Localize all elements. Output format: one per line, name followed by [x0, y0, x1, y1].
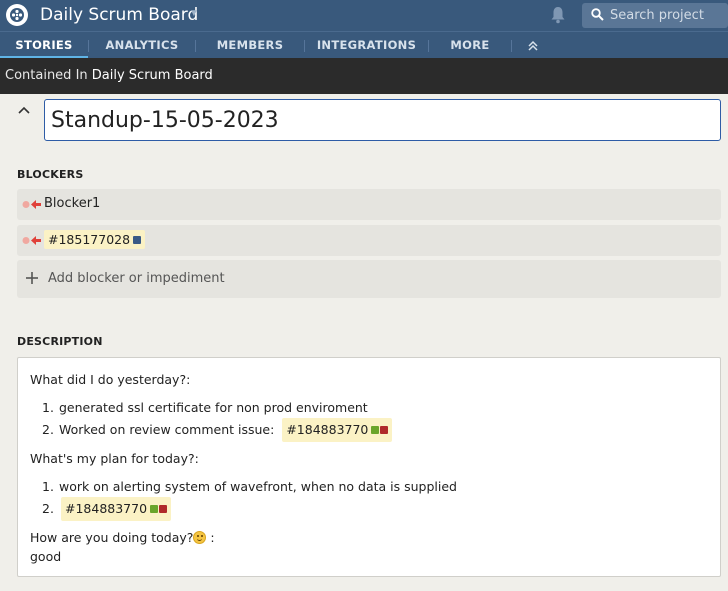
search-input[interactable] [610, 6, 725, 25]
blockers-heading: BLOCKERS [17, 168, 84, 181]
list-item: 1. generated ssl certificate for non pro… [42, 398, 392, 418]
status-square-icon [380, 426, 389, 434]
list-text: generated ssl certificate for non prod e… [58, 400, 368, 415]
nav-divider [511, 40, 512, 52]
chevron-down-icon[interactable]: ▼ [189, 8, 199, 19]
blocker-item[interactable]: #185177028 [17, 225, 721, 256]
story-reference-id: #184883770 [286, 422, 369, 437]
blocker-arrow-icon [22, 200, 41, 209]
tracker-logo-icon[interactable] [6, 4, 28, 26]
blocker-arrow-icon [22, 236, 41, 245]
collapse-story-icon[interactable] [17, 104, 31, 116]
blocker-item[interactable]: Blocker1 [17, 189, 721, 220]
project-nav: STORIES ANALYTICS MEMBERS INTEGRATIONS M… [0, 31, 728, 59]
answer-text: good [30, 549, 62, 564]
story-reference-chip[interactable]: #184883770 [60, 497, 172, 521]
status-square-icon [159, 505, 168, 513]
list-item: 2. Worked on review comment issue: #1848… [42, 418, 393, 442]
breadcrumb-label: Contained In [5, 68, 88, 83]
breadcrumb-link[interactable]: Daily Scrum Board [92, 68, 213, 83]
breadcrumb: Contained In Daily Scrum Board [0, 58, 728, 94]
blocker-text: Blocker1 [44, 196, 101, 211]
list-item: 2. #184883770 [42, 497, 457, 521]
description-editor[interactable]: What did I do yesterday?: 1. generated s… [17, 357, 721, 577]
collapse-nav-icon[interactable] [526, 39, 540, 53]
tab-analytics[interactable]: ANALYTICS [89, 32, 195, 59]
bell-icon[interactable] [550, 6, 566, 24]
status-square-icon [150, 505, 159, 513]
question-yesterday: What did I do yesterday?: [30, 372, 191, 387]
top-bar: Daily Scrum Board ▼ [0, 0, 728, 31]
story-reference-chip[interactable]: #185177028 [44, 230, 146, 249]
tab-integrations[interactable]: INTEGRATIONS [305, 32, 428, 59]
question-suffix: : [206, 530, 215, 545]
status-square-icon [133, 235, 142, 244]
search-icon [591, 8, 604, 21]
list-number: 2. [42, 501, 54, 516]
today-list: 1. work on alerting system of wavefront,… [42, 477, 457, 521]
plus-icon [26, 272, 38, 284]
story-reference-id: #184883770 [64, 501, 148, 516]
question-how-are-you: How are you doing today? : [30, 530, 215, 545]
list-number: 1. [42, 400, 54, 415]
add-blocker-label: Add blocker or impediment [48, 271, 225, 286]
list-number: 2. [42, 422, 54, 437]
story-reference-chip[interactable]: #184883770 [282, 418, 393, 442]
description-heading: DESCRIPTION [17, 335, 103, 348]
smiley-emoji-icon [193, 531, 207, 544]
list-number: 1. [42, 479, 54, 494]
list-text: work on alerting system of wavefront, wh… [58, 479, 457, 494]
status-square-icon [371, 426, 380, 434]
story-title-input[interactable] [44, 99, 721, 141]
question-text: How are you doing today? [30, 530, 194, 545]
list-item: 1. work on alerting system of wavefront,… [42, 477, 457, 497]
add-blocker-button[interactable]: Add blocker or impediment [17, 260, 721, 298]
list-text: Worked on review comment issue: [58, 422, 275, 437]
story-reference-id: #185177028 [48, 232, 131, 247]
question-today: What's my plan for today?: [30, 451, 199, 466]
search-box[interactable] [582, 3, 728, 28]
project-title[interactable]: Daily Scrum Board [40, 5, 198, 25]
tab-more[interactable]: MORE [429, 32, 511, 59]
tab-stories[interactable]: STORIES [0, 32, 88, 59]
yesterday-list: 1. generated ssl certificate for non pro… [42, 398, 393, 442]
tab-members[interactable]: MEMBERS [196, 32, 304, 59]
